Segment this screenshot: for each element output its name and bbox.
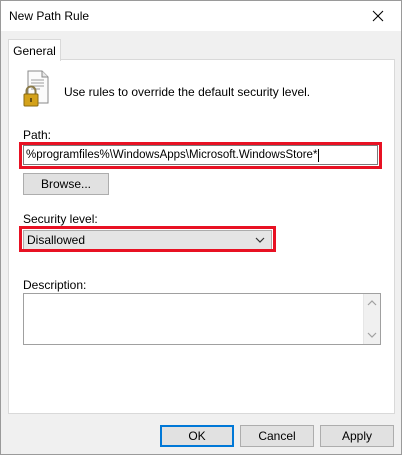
new-path-rule-dialog: New Path Rule General Use rules to overr… [0, 0, 402, 455]
apply-button[interactable]: Apply [320, 425, 394, 447]
intro-text: Use rules to override the default securi… [64, 85, 311, 99]
path-label: Path: [23, 128, 52, 142]
title-bar[interactable]: New Path Rule [1, 1, 401, 31]
document-lock-icon [23, 70, 49, 107]
text-caret [318, 148, 320, 162]
path-input[interactable]: %programfiles%\WindowsApps\Microsoft.Win… [23, 145, 378, 165]
close-button[interactable] [355, 1, 401, 31]
description-scrollbar[interactable] [363, 294, 380, 344]
security-level-select[interactable]: Disallowed [23, 230, 272, 250]
scroll-up-icon[interactable] [367, 298, 377, 308]
chevron-down-icon [255, 237, 265, 243]
path-input-value: %programfiles%\WindowsApps\Microsoft.Win… [26, 149, 318, 161]
description-textarea[interactable] [23, 293, 381, 345]
close-icon [372, 10, 384, 22]
scroll-down-icon[interactable] [367, 330, 377, 340]
ok-button[interactable]: OK [160, 425, 234, 447]
cancel-button[interactable]: Cancel [240, 425, 314, 447]
security-level-label: Security level: [23, 212, 98, 226]
browse-button[interactable]: Browse... [23, 173, 109, 195]
description-label: Description: [23, 278, 87, 292]
security-level-value: Disallowed [27, 233, 86, 247]
tab-general[interactable]: General [8, 39, 61, 61]
window-title: New Path Rule [9, 9, 90, 23]
